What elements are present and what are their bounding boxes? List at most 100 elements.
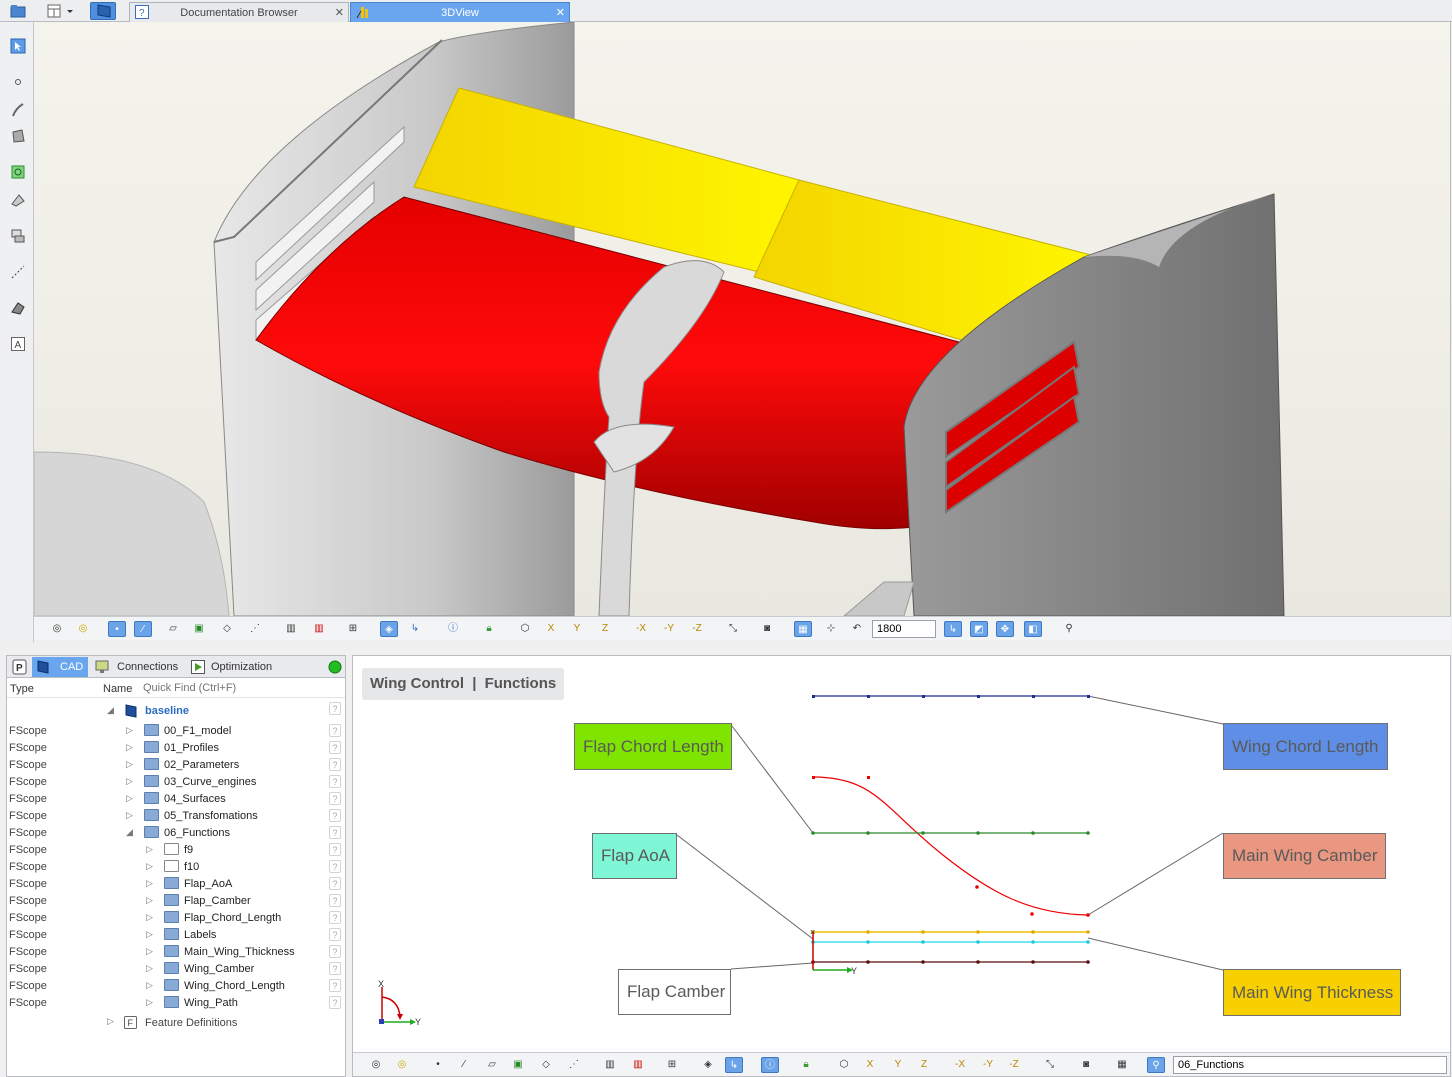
help-icon[interactable]: ? xyxy=(329,877,341,890)
snap-grid-icon[interactable]: ⊹ xyxy=(822,621,840,637)
coord-system-icon[interactable]: ↳ xyxy=(944,621,962,637)
tree-row[interactable]: FScope ▷ Main_Wing_Thickness? xyxy=(7,944,345,961)
label-flap-aoa[interactable]: Flap AoA xyxy=(592,833,677,879)
expand-icon[interactable]: ▷ xyxy=(126,810,133,821)
engine-icon[interactable] xyxy=(10,164,26,180)
search-icon[interactable]: ⚲ xyxy=(1060,621,1078,637)
expand-icon[interactable]: ▷ xyxy=(126,759,133,770)
undo-view-icon[interactable]: ↶ xyxy=(848,621,866,637)
help-icon[interactable]: ? xyxy=(329,979,341,992)
engine-filter-icon[interactable]: ▣ xyxy=(190,621,208,637)
help-icon[interactable]: ? xyxy=(329,894,341,907)
tree-root-row[interactable]: ◢ baseline ? xyxy=(7,701,345,721)
solid-icon[interactable] xyxy=(10,300,26,316)
expand-icon[interactable]: ◢ xyxy=(107,705,114,716)
expand-icon[interactable]: ▷ xyxy=(146,912,153,923)
help-icon[interactable]: ? xyxy=(329,860,341,873)
shading-icon[interactable]: ◧ xyxy=(1024,621,1042,637)
point-icon[interactable] xyxy=(10,74,26,90)
help-icon[interactable]: ? xyxy=(329,809,341,822)
tab-documentation-browser[interactable]: ? Documentation Browser ✕ xyxy=(129,2,349,22)
tree-row[interactable]: FScope ▷ Wing_Path? xyxy=(7,995,345,1012)
fit-icon[interactable]: ⤡ xyxy=(724,621,742,637)
tab-cad[interactable]: CAD xyxy=(32,657,88,677)
curve-filter-icon[interactable]: ⁄ xyxy=(455,1057,473,1073)
search-icon[interactable]: ⚲ xyxy=(1147,1057,1165,1073)
help-icon[interactable]: ? xyxy=(329,792,341,805)
axes-icon[interactable]: ↳ xyxy=(725,1057,743,1073)
help-icon[interactable]: ? xyxy=(329,758,341,771)
info-icon[interactable]: ⓘ xyxy=(761,1057,779,1073)
expand-icon[interactable]: ▷ xyxy=(146,844,153,855)
shade-mode-icon[interactable]: ◎ xyxy=(74,621,92,637)
help-icon[interactable]: ? xyxy=(329,741,341,754)
move-icon[interactable]: ✥ xyxy=(996,621,1014,637)
view-minus-x-icon[interactable]: -X xyxy=(632,621,650,637)
render-mode-icon[interactable]: ◎ xyxy=(367,1057,385,1073)
tree-row[interactable]: FScope ▷ Flap_AoA? xyxy=(7,876,345,893)
surface-icon[interactable] xyxy=(10,128,26,144)
surface-filter-icon[interactable]: ▱ xyxy=(164,621,182,637)
view-y-icon[interactable]: Y xyxy=(889,1057,907,1073)
label-main-wing-camber[interactable]: Main Wing Camber xyxy=(1223,833,1386,879)
plane-icon[interactable] xyxy=(10,192,26,208)
view-minus-z-icon[interactable]: -Z xyxy=(688,621,706,637)
plane-filter-icon[interactable]: ◇ xyxy=(537,1057,555,1073)
view-z-icon[interactable]: Z xyxy=(915,1057,933,1073)
lock-icon[interactable]: 🔒︎ xyxy=(480,621,498,637)
project-icon[interactable]: P xyxy=(11,657,29,677)
dotted-filter-icon[interactable]: ⋰ xyxy=(246,621,264,637)
tab-3dview[interactable]: 3DView ✕ xyxy=(350,2,570,22)
tree-row[interactable]: FScope ◢ 06_Functions? xyxy=(7,825,345,842)
column-type[interactable]: Type xyxy=(10,683,34,695)
grid-view-icon[interactable]: ⊞ xyxy=(344,621,362,637)
expand-icon[interactable]: ▷ xyxy=(126,725,133,736)
quick-find-input[interactable] xyxy=(141,680,341,696)
expand-icon[interactable]: ▷ xyxy=(126,742,133,753)
expand-icon[interactable]: ▷ xyxy=(107,1016,114,1027)
feature-definitions-row[interactable]: ▷ F Feature Definitions xyxy=(7,1014,345,1034)
point-filter-icon[interactable]: • xyxy=(108,621,126,637)
surface-filter-icon[interactable]: ▱ xyxy=(483,1057,501,1073)
help-icon[interactable]: ? xyxy=(329,945,341,958)
expand-icon[interactable]: ▷ xyxy=(126,793,133,804)
axes-icon[interactable]: ↳ xyxy=(406,621,424,637)
tree-row[interactable]: FScope ▷ 03_Curve_engines? xyxy=(7,774,345,791)
scope-input[interactable] xyxy=(1173,1056,1447,1074)
expand-icon[interactable]: ▷ xyxy=(146,963,153,974)
plane-filter-icon[interactable]: ◇ xyxy=(218,621,236,637)
mesh-icon[interactable]: ▥ xyxy=(282,621,300,637)
expand-icon[interactable]: ▷ xyxy=(146,929,153,940)
point-filter-icon[interactable]: • xyxy=(429,1057,447,1073)
help-icon[interactable]: ? xyxy=(329,928,341,941)
help-icon[interactable]: ? xyxy=(329,996,341,1009)
help-icon[interactable]: ? xyxy=(329,702,341,715)
help-icon[interactable]: ? xyxy=(329,775,341,788)
tree-row[interactable]: FScope ▷ Flap_Camber? xyxy=(7,893,345,910)
view-minus-x-icon[interactable]: -X xyxy=(951,1057,969,1073)
grid-icon[interactable]: ▦ xyxy=(1113,1057,1131,1073)
fit-icon[interactable]: ⤡ xyxy=(1041,1057,1059,1073)
help-icon[interactable]: ? xyxy=(329,962,341,975)
label-flap-camber[interactable]: Flap Camber xyxy=(618,969,731,1015)
transform-icon[interactable] xyxy=(10,228,26,244)
tree-row[interactable]: FScope ▷ Wing_Chord_Length? xyxy=(7,978,345,995)
tree-row[interactable]: FScope ▷ 04_Surfaces? xyxy=(7,791,345,808)
mesh-off-icon[interactable]: ▥ xyxy=(310,621,328,637)
iso-view-icon[interactable]: ⬡ xyxy=(516,621,534,637)
tree-row[interactable]: FScope ▷ f10? xyxy=(7,859,345,876)
grid-icon[interactable]: ▦ xyxy=(794,621,812,637)
render-mode-icon[interactable]: ◎ xyxy=(48,621,66,637)
close-icon[interactable]: ✕ xyxy=(556,6,565,19)
mesh-off-icon[interactable]: ▥ xyxy=(629,1057,647,1073)
column-name[interactable]: Name xyxy=(103,683,132,695)
view-minus-z-icon[interactable]: -Z xyxy=(1005,1057,1023,1073)
view-x-icon[interactable]: X xyxy=(542,621,560,637)
tree-row[interactable]: FScope ▷ 01_Profiles? xyxy=(7,740,345,757)
engine-filter-icon[interactable]: ▣ xyxy=(509,1057,527,1073)
camera-icon[interactable]: ◙ xyxy=(1077,1057,1095,1073)
expand-icon[interactable]: ▷ xyxy=(146,980,153,991)
cad-view-icon[interactable] xyxy=(90,2,116,20)
expand-icon[interactable]: ▷ xyxy=(146,895,153,906)
tree-row[interactable]: FScope ▷ Labels? xyxy=(7,927,345,944)
